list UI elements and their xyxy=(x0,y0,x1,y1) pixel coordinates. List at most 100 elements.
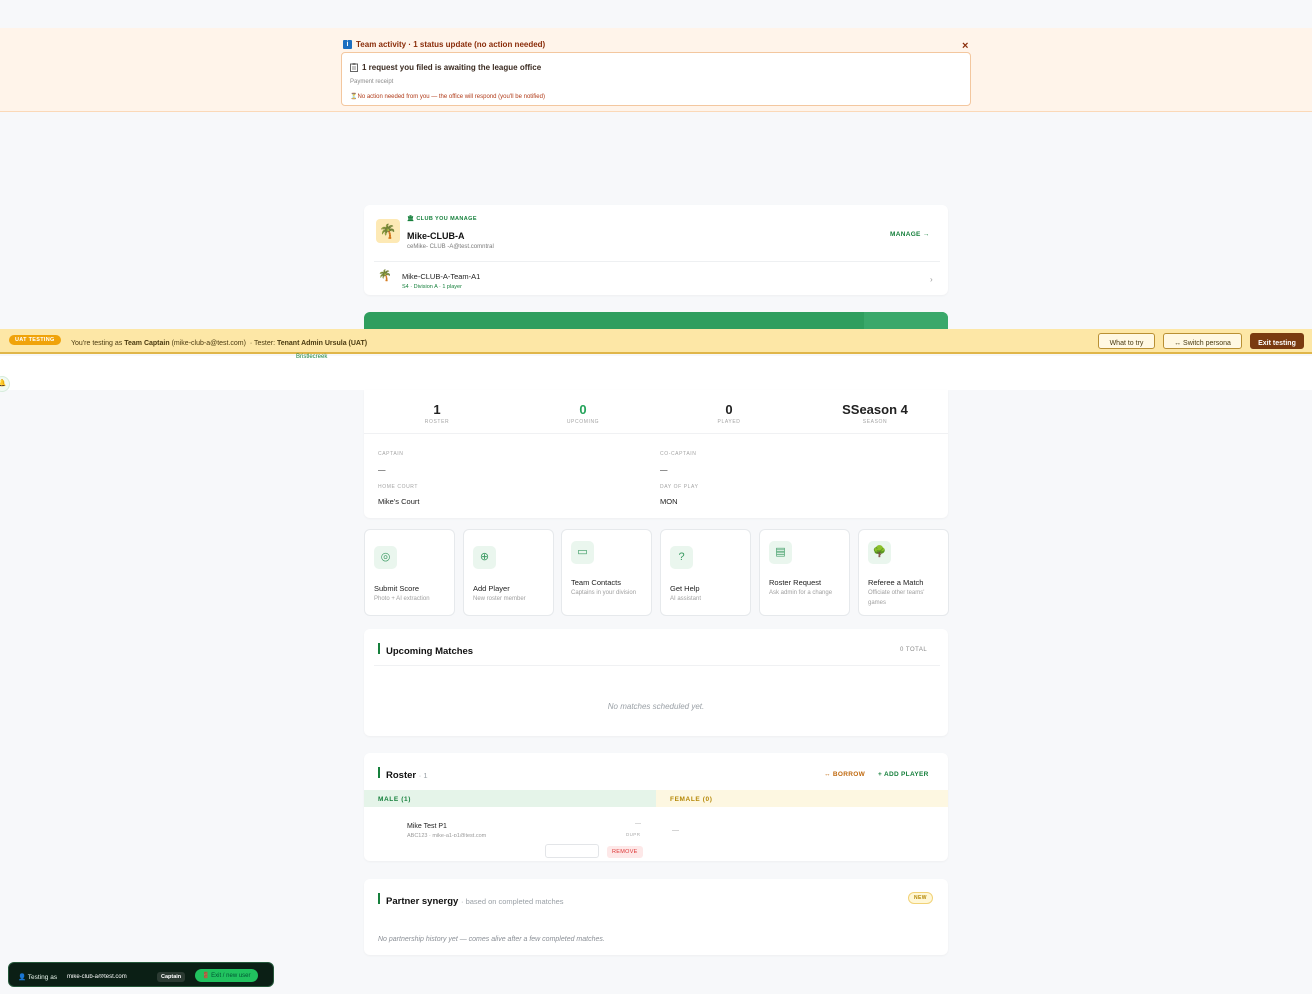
player-subtitle: ABC123 · mike-a1-p1@test.com xyxy=(407,833,487,837)
submit-score-tile[interactable]: ◎ Submit Score Photo + AI extraction xyxy=(364,529,455,616)
new-badge: NEW xyxy=(908,892,933,904)
persona-icon: 👤 xyxy=(18,974,28,981)
club-name: Mike-CLUB-A xyxy=(407,231,465,241)
get-help-tile[interactable]: ? Get Help AI assistant xyxy=(660,529,751,616)
dupr-label: DUPR xyxy=(626,832,641,837)
tile-subtitle: Ask admin for a change xyxy=(769,590,833,596)
referee-icon: 🌳 xyxy=(868,541,891,564)
info-icon: i xyxy=(343,40,352,49)
request-title-row: 1 request you filed is awaiting the leag… xyxy=(350,63,541,72)
stat-upcoming: 0 UPCOMING xyxy=(566,402,600,425)
tile-subtitle: Photo + AI extraction xyxy=(374,596,430,602)
female-empty: — xyxy=(672,827,679,834)
chevron-right-icon[interactable]: › xyxy=(930,275,933,284)
close-icon[interactable]: × xyxy=(962,40,968,52)
building-icon: 🏛 xyxy=(407,216,417,222)
add-player-button[interactable]: + ADD PLAYER xyxy=(878,771,929,778)
partner-title: Partner synergy · based on completed mat… xyxy=(386,896,564,907)
cocaptain-label: CO-CAPTAIN xyxy=(660,451,697,457)
stat-played: 0 PLAYED xyxy=(717,402,741,425)
partner-empty-state: No partnership history yet — comes alive… xyxy=(378,936,605,943)
uat-badge: UAT TESTING xyxy=(9,335,61,345)
referee-match-tile[interactable]: 🌳 Referee a Match Officiate other teams'… xyxy=(858,529,949,616)
activity-banner: i Team activity · 1 status update (no ac… xyxy=(0,28,1312,112)
roster-title: Roster · 1 xyxy=(386,770,428,781)
tile-subtitle: Captains in your division xyxy=(571,590,637,596)
dupr-input[interactable] xyxy=(545,844,599,858)
divider xyxy=(364,433,948,434)
what-to-try-button[interactable]: What to try xyxy=(1098,333,1155,349)
upcoming-title: Upcoming Matches xyxy=(386,646,474,657)
club-card: 🌴 🏛 CLUB YOU MANAGE Mike-CLUB-A ceMike- … xyxy=(364,205,948,295)
hero-shade xyxy=(864,312,948,330)
request-subtitle: Payment receipt xyxy=(350,79,394,85)
divider xyxy=(374,665,940,666)
add-user-icon: ⊕ xyxy=(473,546,496,569)
switch-persona-button[interactable]: ↔ Switch persona xyxy=(1163,333,1242,349)
player-name[interactable]: Mike Test P1 xyxy=(407,823,447,830)
team-logo-icon: 🌴 xyxy=(378,270,392,282)
roster-request-tile[interactable]: ▤ Roster Request Ask admin for a change xyxy=(759,529,850,616)
tile-title: Roster Request xyxy=(769,578,822,587)
tile-title: Add Player xyxy=(473,584,510,593)
day-of-play-value: MON xyxy=(660,497,678,506)
home-court-value: Mike's Court xyxy=(378,497,420,506)
club-email: ceMike- CLUB -A@test.comntral xyxy=(407,244,494,250)
chat-icon: ▭ xyxy=(571,541,594,564)
upcoming-count: 0 TOTAL xyxy=(900,647,928,653)
add-player-tile[interactable]: ⊕ Add Player New roster member xyxy=(463,529,554,616)
cocaptain-value: — xyxy=(660,465,668,474)
divider xyxy=(374,261,940,262)
activity-title: Team activity · 1 status update (no acti… xyxy=(356,40,546,49)
captain-label: CAPTAIN xyxy=(378,451,404,457)
club-logo-icon: 🌴 xyxy=(376,219,400,243)
section-accent xyxy=(378,767,380,778)
manage-link[interactable]: MANAGE → xyxy=(890,231,930,238)
tile-title: Get Help xyxy=(670,584,700,593)
stat-roster: 1 ROSTER xyxy=(424,402,450,425)
upcoming-empty-state: No matches scheduled yet. xyxy=(607,702,705,711)
uat-status-text: You're testing as Team Captain (mike-clu… xyxy=(71,340,368,347)
upcoming-matches-card: Upcoming Matches 0 TOTAL No matches sche… xyxy=(364,629,948,736)
clipboard-icon: ▤ xyxy=(769,541,792,564)
tile-subtitle: Officiate other teams' games xyxy=(868,590,925,606)
team-meta: S4 · Division A · 1 player xyxy=(402,284,462,290)
team-hero-bar xyxy=(364,312,948,330)
team-name[interactable]: Mike-CLUB-A-Team-A1 xyxy=(402,272,480,281)
male-column-header: MALE (1) xyxy=(364,790,656,807)
roster-card: Roster · 1 ↔ BORROW + ADD PLAYER MALE (1… xyxy=(364,753,948,861)
section-accent xyxy=(378,893,380,904)
partner-synergy-card: Partner synergy · based on completed mat… xyxy=(364,879,948,955)
door-icon: 🚪 xyxy=(202,973,212,979)
help-icon: ? xyxy=(670,546,693,569)
remove-player-button[interactable]: REMOVE xyxy=(607,846,643,858)
section-accent xyxy=(378,643,380,654)
hidden-breadcrumb: Bristlecreek xyxy=(296,354,328,360)
female-column-header: FEMALE (0) xyxy=(656,790,948,807)
day-of-play-label: DAY OF PLAY xyxy=(660,484,699,490)
uat-testing-bar: UAT TESTING You're testing as Team Capta… xyxy=(0,329,1312,354)
testing-user: mike-club-a@test.com xyxy=(67,974,127,978)
borrow-button[interactable]: ↔ BORROW xyxy=(824,771,865,778)
exit-testing-button[interactable]: Exit testing xyxy=(1250,333,1304,349)
bell-icon[interactable]: 🔔 xyxy=(0,376,10,392)
team-stats-card: 1 ROSTER 0 UPCOMING 0 PLAYED SSeason 4 SEASO… xyxy=(364,390,948,518)
home-court-label: HOME COURT xyxy=(378,484,419,490)
stat-season: SSeason 4 SEASON xyxy=(842,402,908,425)
testing-role-badge: Captain xyxy=(157,972,186,982)
dupr-value: — xyxy=(635,821,641,827)
team-contacts-tile[interactable]: ▭ Team Contacts Captains in your divisio… xyxy=(561,529,652,616)
tile-title: Submit Score xyxy=(374,584,420,593)
captain-value: — xyxy=(378,465,386,474)
tile-subtitle: New roster member xyxy=(473,596,526,602)
clipboard-icon xyxy=(350,63,358,72)
tile-title: Team Contacts xyxy=(571,578,622,587)
tile-subtitle: AI assistant xyxy=(670,596,702,602)
request-title: 1 request you filed is awaiting the leag… xyxy=(362,63,542,72)
activity-title-row: i Team activity · 1 status update (no ac… xyxy=(343,40,545,49)
page-under-strip: Bristlecreek 🔔 xyxy=(0,354,1312,392)
exit-new-user-button[interactable]: 🚪 Exit / new user xyxy=(195,969,258,982)
activity-request-card[interactable]: 1 request you filed is awaiting the leag… xyxy=(341,52,971,106)
tile-title: Referee a Match xyxy=(868,578,924,587)
testing-as-label: 👤 Testing as xyxy=(18,974,58,981)
